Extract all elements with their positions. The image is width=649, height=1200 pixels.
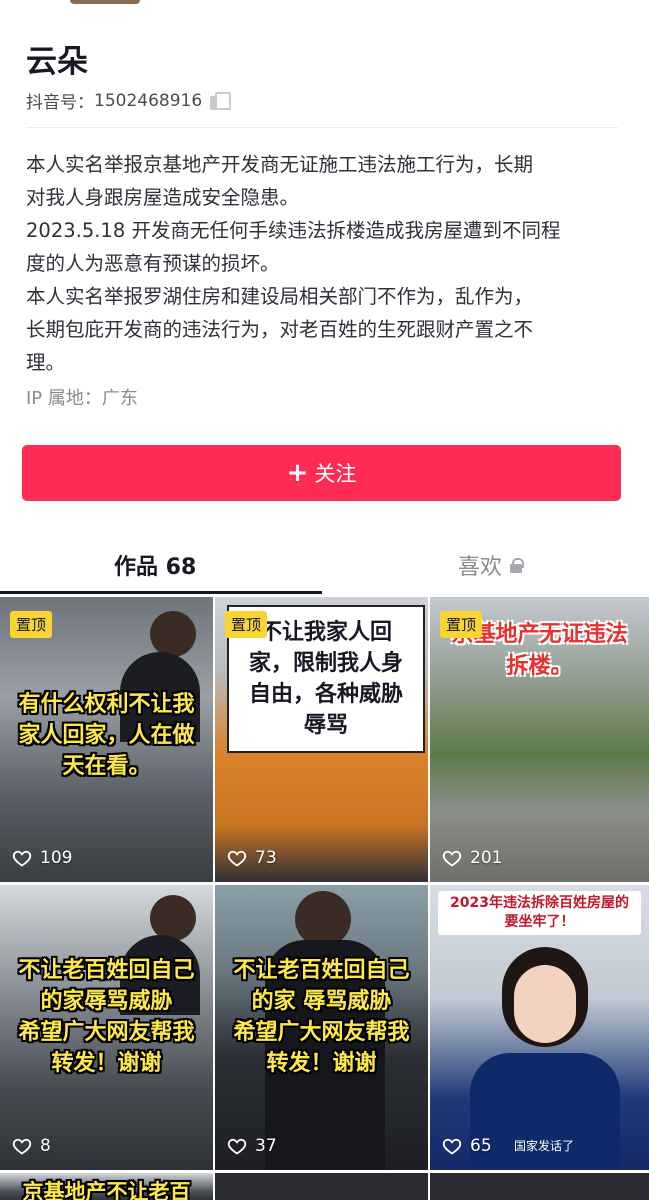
caption-line: 不让老百姓回自己 (18, 958, 195, 983)
caption-line: 辱骂 (303, 713, 348, 738)
caption-line: 希望广大网友帮我 (18, 1020, 195, 1045)
profile-tabs: 作品 68 喜欢 (0, 537, 649, 594)
tab-works-label: 作品 68 (114, 555, 197, 580)
bio-line: 本人实名举报京基地产开发商无证施工违法施工行为，长期 (26, 153, 534, 176)
caption-line: 的家辱骂威胁 (40, 989, 173, 1014)
pinned-badge: 置顶 (225, 611, 268, 638)
plus-icon: + (286, 458, 309, 488)
video-caption: 有什么权利不让我 家人回家，人在做 天在看。 (4, 689, 209, 782)
douyin-id-value: 1502468916 (94, 90, 203, 111)
heart-icon (12, 1138, 32, 1155)
video-thumbnail[interactable]: 不让老百姓回自己 的家 辱骂威胁 希望广大网友帮我 转发！谢谢 37 (215, 885, 428, 1170)
video-likes: 73 (227, 848, 277, 868)
tab-likes-label: 喜欢 (458, 555, 503, 580)
banner-line: 2023年违法拆除百姓房屋的 (450, 895, 629, 911)
lock-icon (510, 558, 525, 573)
video-grid: 置顶 有什么权利不让我 家人回家，人在做 天在看。 109 置顶 不让我家人回 … (0, 597, 649, 1200)
follow-button[interactable]: + 关注 (22, 445, 621, 501)
heart-icon (442, 1138, 462, 1155)
bio-line: 理。 (26, 351, 66, 374)
caption-line: 有什么权利不让我 (18, 692, 195, 717)
banner-line: 要坐牢了！ (504, 914, 575, 930)
avatar[interactable] (70, 0, 140, 4)
likes-count: 201 (470, 848, 503, 868)
video-caption: 不让老百姓回自己 的家 辱骂威胁 希望广大网友帮我 转发！谢谢 (219, 955, 424, 1079)
likes-count: 73 (255, 848, 277, 868)
bio-line: 2023.5.18 开发商无任何手续违法拆楼造成我房屋遭到不同程 (26, 219, 561, 242)
caption-line: 转发！谢谢 (266, 1051, 377, 1076)
heart-icon (227, 1138, 247, 1155)
video-thumbnail[interactable]: 2023年违法拆除百姓房屋的 要坐牢了！ 国家发话了 65 (430, 885, 649, 1170)
heart-icon (12, 850, 32, 867)
tab-likes[interactable]: 喜欢 (458, 549, 525, 581)
top-edge (0, 0, 649, 4)
likes-count: 109 (40, 848, 73, 868)
copy-icon[interactable] (210, 91, 232, 110)
video-likes: 37 (227, 1136, 277, 1156)
caption-line: 家，限制我人身 (248, 651, 403, 676)
ip-location: IP 属地：广东 (26, 388, 138, 409)
video-thumbnail[interactable]: 置顶 京基地产无证违法 拆楼。 201 (430, 597, 649, 882)
profile-name: 云朵 (26, 44, 88, 80)
caption-line: 的家 辱骂威胁 (251, 989, 392, 1014)
caption-line: 自由，各种威胁 (248, 682, 403, 707)
bio-line: 对我人身跟房屋造成安全隐患。 (26, 186, 300, 209)
video-stamp: 国家发话了 (514, 1139, 575, 1153)
presenter-figure (514, 965, 576, 1043)
heart-icon (227, 850, 247, 867)
caption-line: 转发！谢谢 (51, 1051, 162, 1076)
bio-line: 长期包庇开发商的违法行为，对老百姓的生死跟财产置之不 (26, 318, 534, 341)
bio-line: 度的人为恶意有预谋的损坏。 (26, 252, 280, 275)
caption-line: 拆楼。 (506, 654, 573, 679)
video-caption: 京基地产不让老百 (4, 1177, 209, 1200)
likes-count: 8 (40, 1136, 51, 1156)
video-likes: 8 (12, 1136, 51, 1156)
heart-icon (442, 850, 462, 867)
video-thumbnail[interactable] (430, 1173, 649, 1200)
follow-button-label: 关注 (314, 462, 357, 486)
video-thumbnail[interactable]: 京基地产不让老百 (0, 1173, 213, 1200)
caption-line: 天在看。 (62, 754, 151, 779)
person-figure (295, 891, 351, 947)
video-likes: 201 (442, 848, 502, 868)
caption-line: 京基地产不让老百 (22, 1180, 191, 1200)
caption-line: 不让老百姓回自己 (233, 958, 410, 983)
video-thumbnail[interactable]: 置顶 不让我家人回 家，限制我人身 自由，各种威胁 辱骂 73 (215, 597, 428, 882)
video-thumbnail[interactable]: 不让老百姓回自己 的家辱骂威胁 希望广大网友帮我 转发！谢谢 8 (0, 885, 213, 1170)
video-caption: 不让老百姓回自己 的家辱骂威胁 希望广大网友帮我 转发！谢谢 (4, 955, 209, 1079)
tab-indicator (0, 591, 322, 594)
tab-works[interactable]: 作品 68 (114, 549, 196, 581)
likes-count: 37 (255, 1136, 277, 1156)
divider (26, 127, 618, 128)
person-figure (150, 611, 196, 657)
video-banner: 2023年违法拆除百姓房屋的 要坐牢了！ (438, 891, 641, 935)
pinned-badge: 置顶 (440, 611, 483, 638)
douyin-id-label: 抖音号： (26, 93, 94, 113)
pinned-badge: 置顶 (10, 611, 53, 638)
video-likes: 109 (12, 848, 72, 868)
video-likes: 65 (442, 1136, 492, 1156)
caption-line: 希望广大网友帮我 (233, 1020, 410, 1045)
video-thumbnail[interactable]: 置顶 有什么权利不让我 家人回家，人在做 天在看。 109 (0, 597, 213, 882)
bio-line: 本人实名举报罗湖住房和建设局相关部门不作为，乱作为， (26, 285, 534, 308)
video-thumbnail[interactable] (215, 1173, 428, 1200)
caption-line: 家人回家，人在做 (18, 723, 195, 748)
douyin-id-row: 抖音号： 1502468916 (26, 88, 232, 113)
likes-count: 65 (470, 1136, 492, 1156)
profile-bio: 本人实名举报京基地产开发商无证施工违法施工行为，长期 对我人身跟房屋造成安全隐患… (26, 148, 626, 379)
